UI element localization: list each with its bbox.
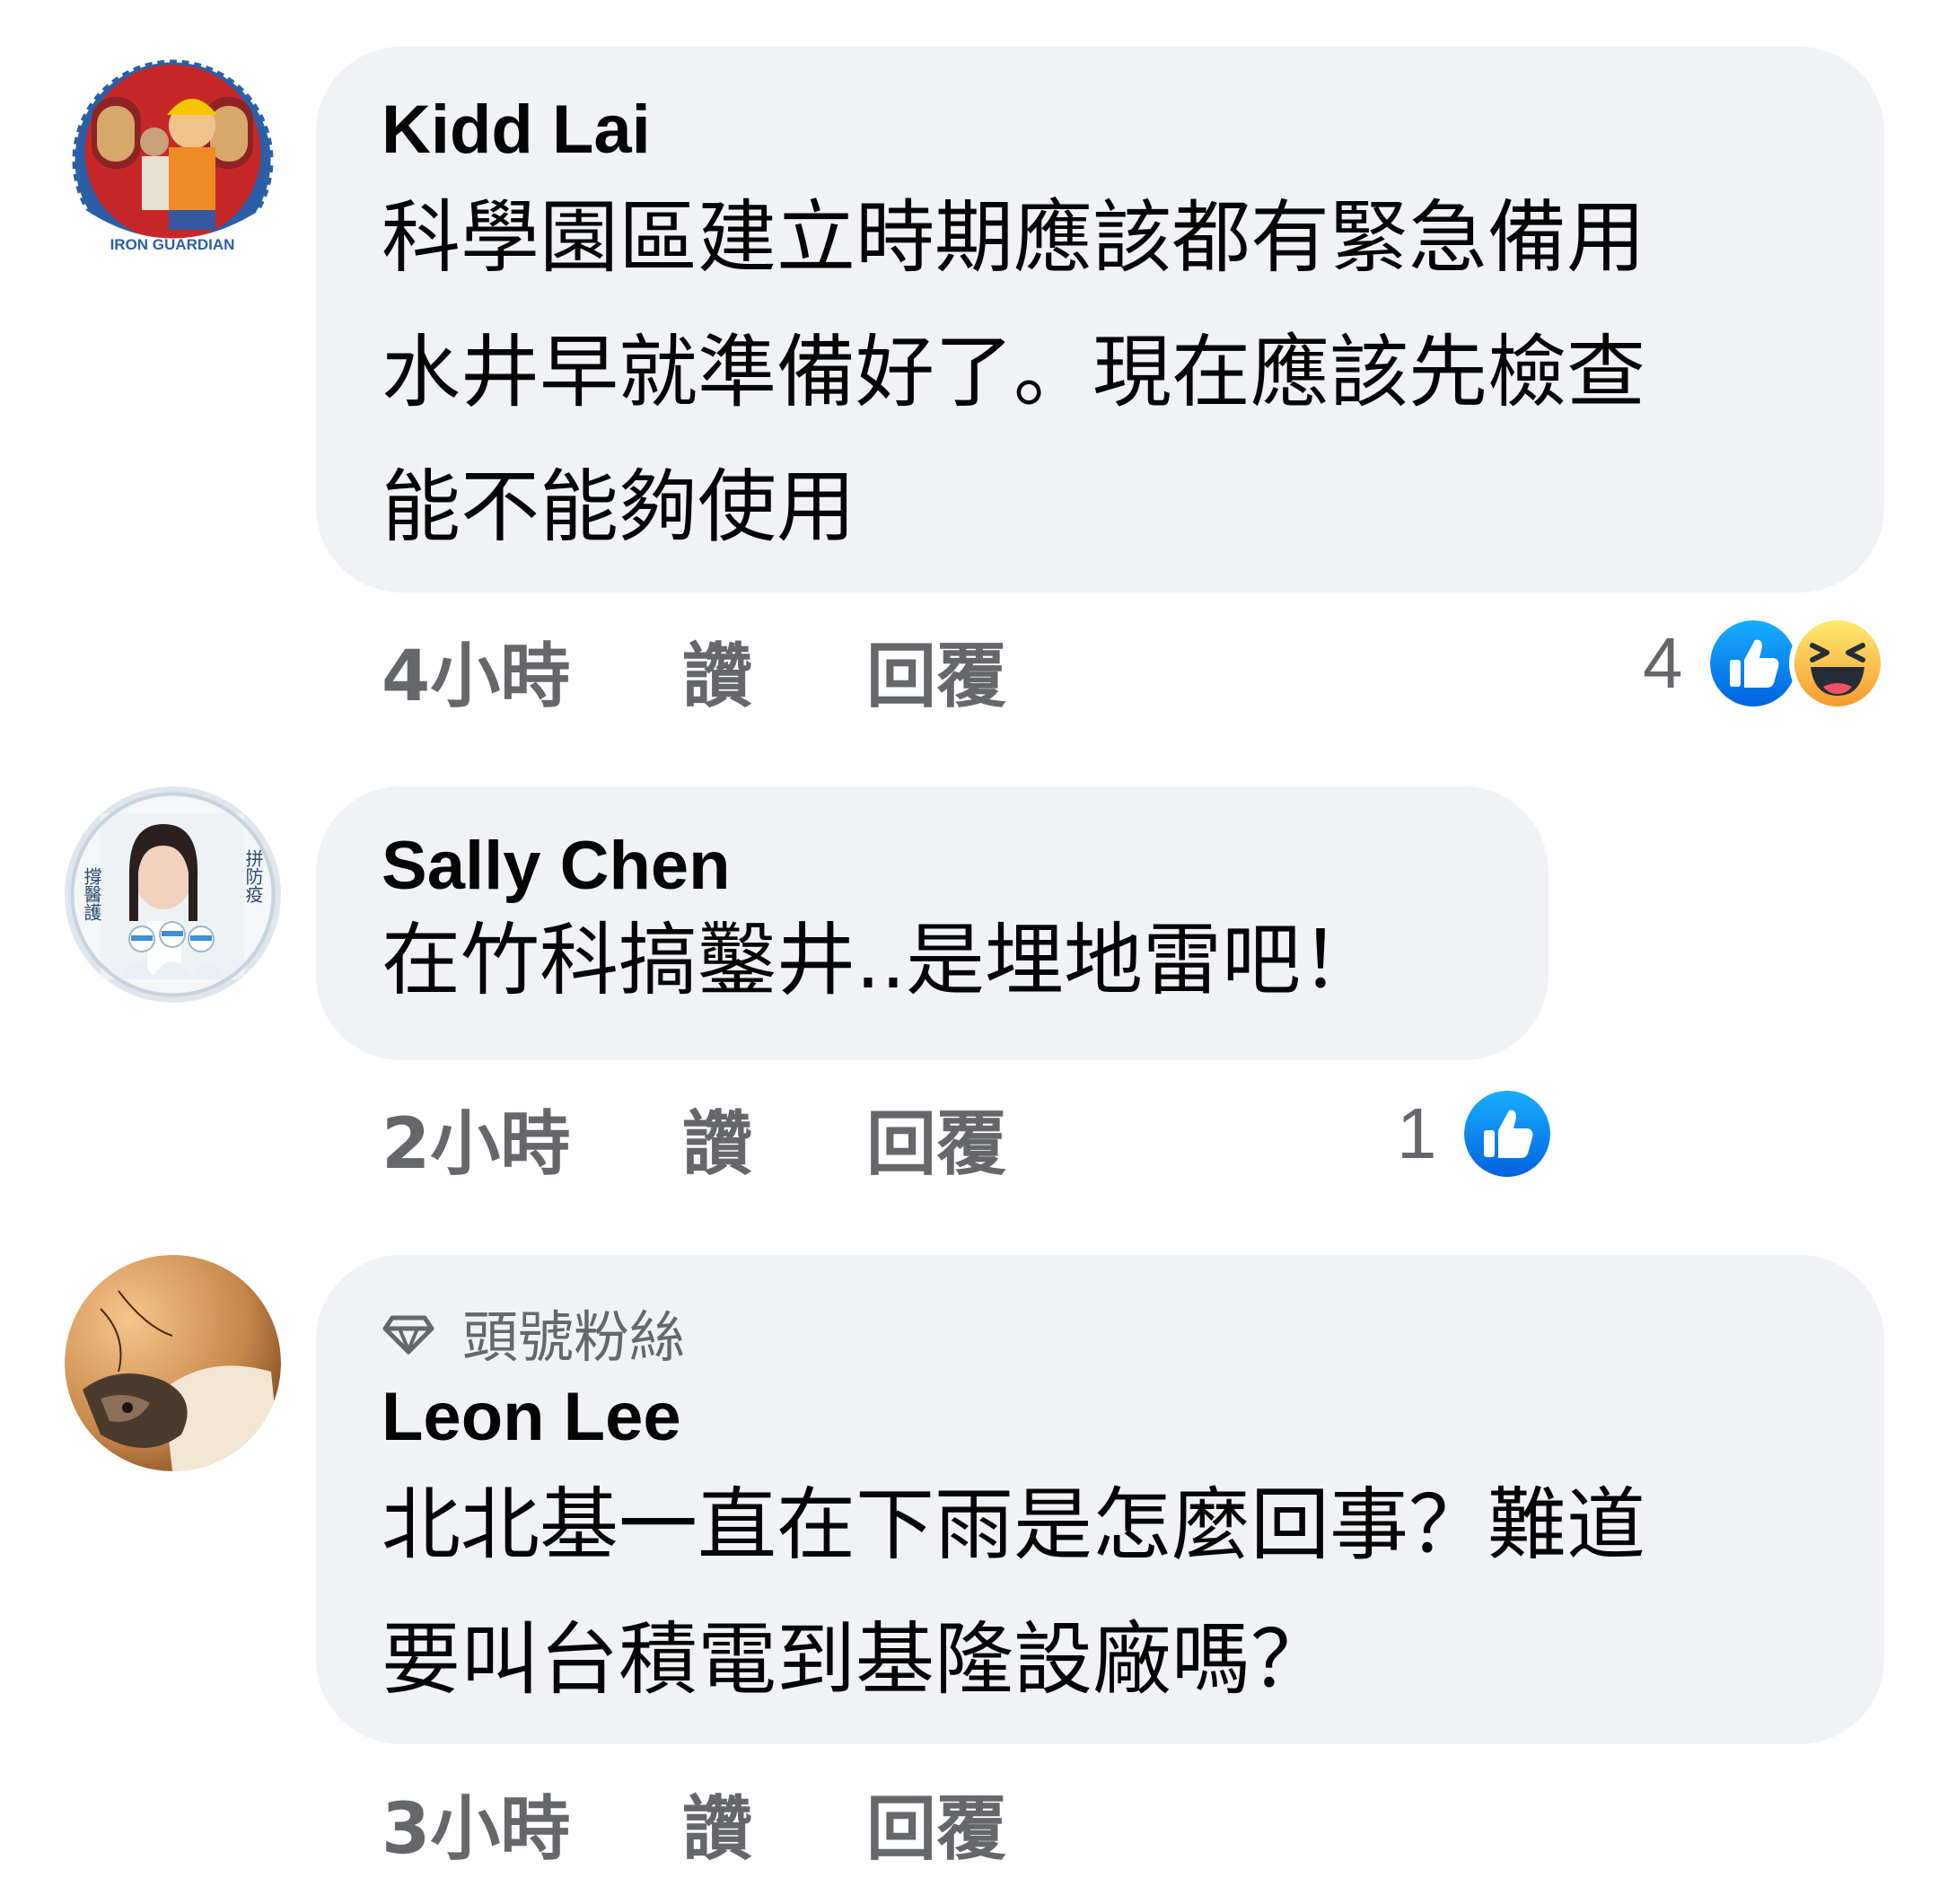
comment-actions: 2小時 讚 回覆 [382, 1089, 1006, 1188]
reply-button[interactable]: 回覆 [866, 1088, 1006, 1189]
haha-icon [1788, 615, 1886, 712]
comment-bubble: Sally Chen 在竹科搞鑿井..是埋地雷吧！ [316, 786, 1549, 1060]
avatar[interactable]: 撐醫護 拼防疫 [65, 786, 281, 1003]
reply-button[interactable]: 回覆 [866, 620, 1006, 721]
reaction-count: 4 [1643, 623, 1683, 703]
like-button[interactable]: 讚 [682, 1088, 866, 1189]
avatar[interactable]: IRON GUARDIAN [65, 52, 281, 268]
comment-bubble: 頭號粉絲 Leon Lee 北北基一直在下雨是怎麼回事？難道 要叫台積電到基隆設… [316, 1255, 1884, 1744]
comment-author[interactable]: Kidd Lai [382, 90, 1819, 171]
reply-button[interactable]: 回覆 [866, 1773, 1006, 1873]
like-button[interactable]: 讚 [682, 620, 866, 721]
comment-timestamp[interactable]: 2小時 [382, 1088, 682, 1189]
reaction-summary[interactable]: 1 [1397, 1084, 1556, 1183]
comment-author[interactable]: Leon Lee [382, 1377, 1819, 1458]
comment-text: 在竹科搞鑿井..是埋地雷吧！ [382, 914, 1380, 1006]
badge-label: 頭號粉絲 [462, 1304, 686, 1370]
reaction-count: 1 [1397, 1093, 1437, 1173]
avatar-caption-right: 拼防疫 [242, 849, 264, 903]
comment-timestamp[interactable]: 3小時 [382, 1773, 682, 1873]
comment-actions: 3小時 讚 回覆 [382, 1774, 1006, 1873]
like-button[interactable]: 讚 [682, 1773, 866, 1873]
avatar-image: IRON GUARDIAN [65, 52, 281, 268]
comment-author[interactable]: Sally Chen [382, 826, 1483, 907]
top-fan-badge: 頭號粉絲 [382, 1296, 1819, 1370]
reaction-summary[interactable]: 4 [1643, 614, 1886, 713]
like-icon [1458, 1085, 1556, 1182]
comment-bubble: Kidd Lai 科學園區建立時期應該都有緊急備用 水井早就準備好了。現在應該先… [316, 47, 1884, 592]
avatar-image [65, 1255, 281, 1471]
comment-text: 北北基一直在下雨是怎麼回事？難道 要叫台積電到基隆設廠嗎？ [382, 1478, 1646, 1706]
comment-actions: 4小時 讚 回覆 [382, 621, 1006, 720]
like-icon [1704, 615, 1802, 712]
avatar[interactable] [65, 1255, 281, 1471]
avatar-caption: IRON GUARDIAN [110, 236, 235, 253]
avatar-image: 撐醫護 拼防疫 [65, 786, 281, 1003]
avatar-caption-left: 撐醫護 [81, 867, 102, 921]
comment-timestamp[interactable]: 4小時 [382, 620, 682, 721]
comment-text: 科學園區建立時期應該都有緊急備用 水井早就準備好了。現在應該先檢查 能不能夠使用 [382, 191, 1646, 553]
diamond-icon [382, 1315, 434, 1356]
